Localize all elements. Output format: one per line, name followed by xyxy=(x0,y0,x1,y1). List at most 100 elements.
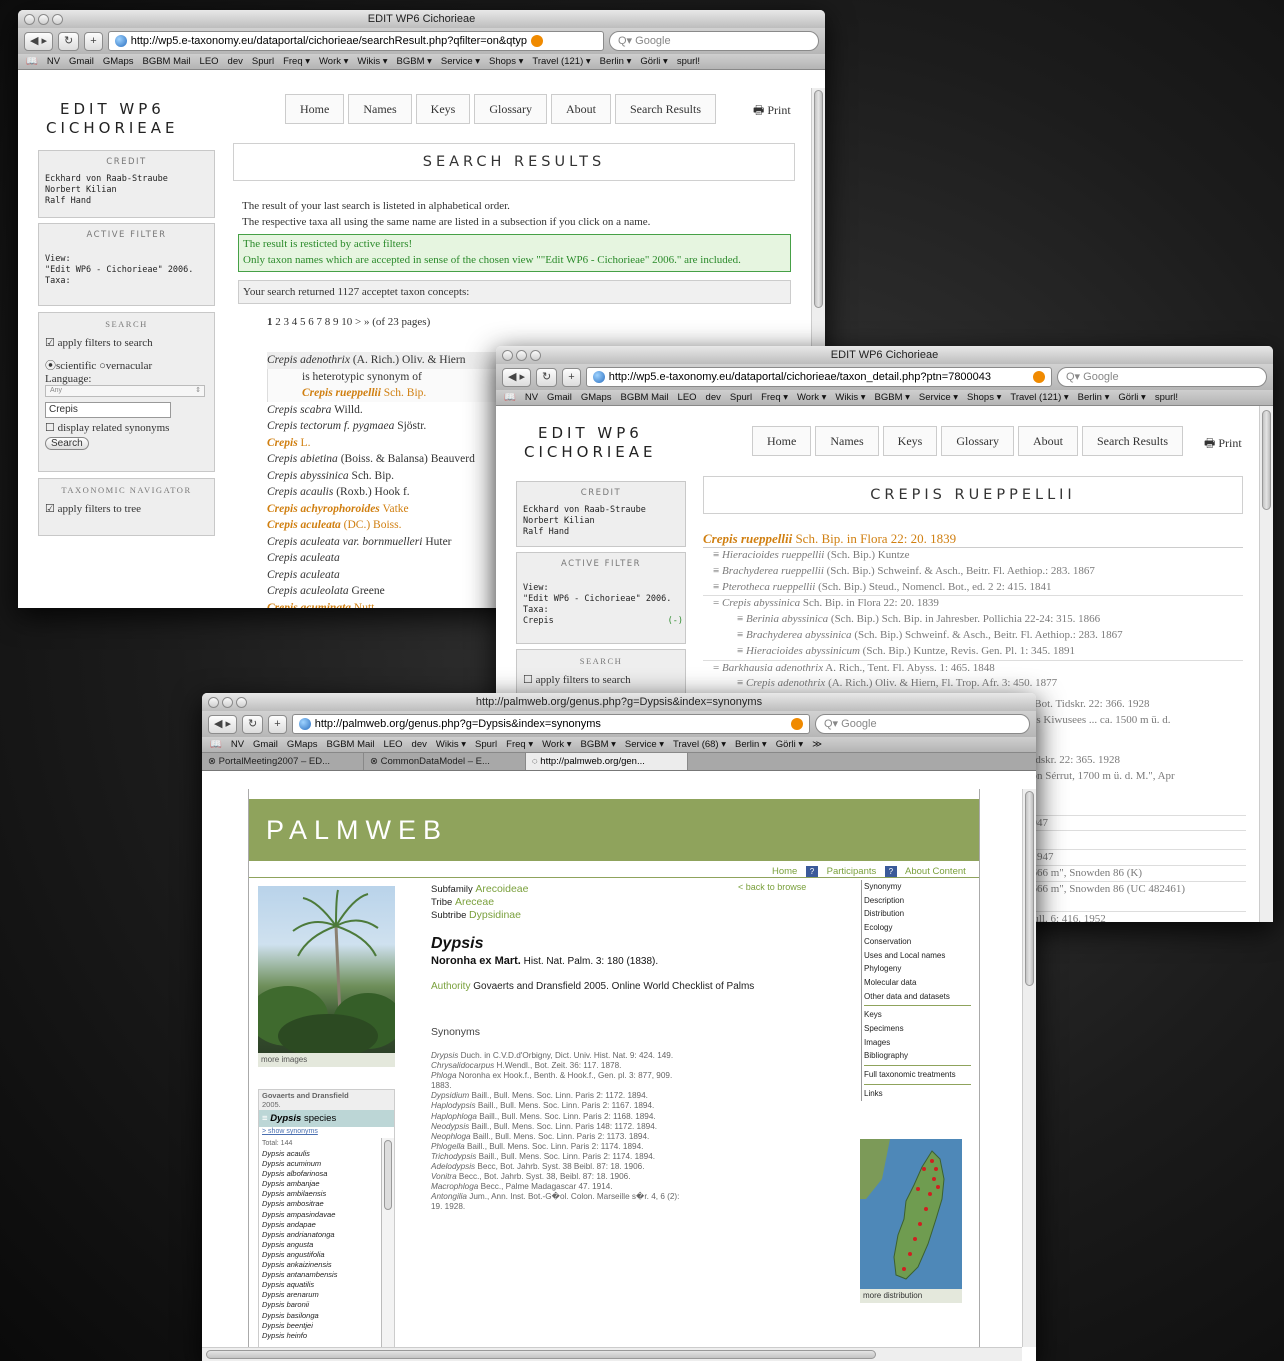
bookmark-item[interactable]: Shops ▾ xyxy=(967,392,1001,403)
window-titlebar[interactable]: EDIT WP6 Cichorieae xyxy=(496,346,1273,364)
rss-icon[interactable] xyxy=(1033,371,1045,383)
species-item[interactable]: Dypsis andrianatonga xyxy=(262,1230,394,1240)
species-item[interactable]: Dypsis basilonga xyxy=(262,1311,394,1321)
species-item[interactable]: Dypsis andapae xyxy=(262,1220,394,1230)
close-button[interactable] xyxy=(502,350,513,361)
bookmark-item[interactable]: dev xyxy=(706,392,721,403)
bookmark-item[interactable]: Spurl xyxy=(252,56,274,67)
help-icon[interactable]: ? xyxy=(805,866,818,877)
back-to-browse-link[interactable]: < back to browse xyxy=(738,882,806,892)
bookmark-item[interactable]: Service ▾ xyxy=(625,739,664,750)
synonym-row[interactable]: ≡ Brachyderea abyssinica (Sch. Bip.) Sch… xyxy=(703,628,1243,644)
taxon-name[interactable]: Crepis aculeata var. bornmuelleri xyxy=(267,536,422,548)
bookmark-item[interactable]: Spurl xyxy=(475,739,497,750)
taxon-name[interactable]: Crepis xyxy=(267,437,298,449)
species-item[interactable]: Dypsis aquatilis xyxy=(262,1280,394,1290)
bookmark-item[interactable]: Wikis ▾ xyxy=(357,56,387,67)
site-title[interactable]: EDIT WP6 CICHORIEAE xyxy=(524,424,657,462)
book-icon[interactable]: 📖 xyxy=(26,56,38,67)
species-scrollbar-thumb[interactable] xyxy=(384,1140,392,1210)
print-link[interactable]: 🖶 Print xyxy=(1204,434,1242,455)
section-menu-item[interactable]: Keys xyxy=(864,1008,971,1022)
nav-about[interactable]: About xyxy=(1018,426,1078,456)
synonym-name[interactable]: Haplophloga xyxy=(431,1112,477,1121)
window-controls[interactable] xyxy=(24,13,66,31)
synonym-name[interactable]: Trichodypsis xyxy=(431,1152,476,1161)
add-bookmark-button[interactable]: + xyxy=(268,714,287,734)
bookmark-item[interactable]: Work ▾ xyxy=(797,392,826,403)
bookmark-item[interactable]: Görli ▾ xyxy=(1118,392,1145,403)
synonym-name[interactable]: Hieracioides abyssinicum xyxy=(746,645,860,657)
species-item[interactable]: Dypsis ambositrae xyxy=(262,1199,394,1209)
browser-tab[interactable]: ◌ http://palmweb.org/gen... xyxy=(526,753,688,770)
section-menu-item[interactable]: Images xyxy=(864,1036,971,1050)
address-bar[interactable]: http://palmweb.org/genus.php?g=Dypsis&in… xyxy=(291,714,810,734)
bookmark-item[interactable]: BGBM Mail xyxy=(326,739,374,750)
synonym-name[interactable]: Neophloga xyxy=(431,1132,471,1141)
synonym-row[interactable]: ≡ Brachyderea rueppellii (Sch. Bip.) Sch… xyxy=(703,564,1243,580)
species-scrollbar[interactable] xyxy=(381,1138,394,1360)
nav-about[interactable]: About xyxy=(551,94,611,124)
taxon-name[interactable]: Crepis scabra xyxy=(267,404,331,416)
language-select[interactable]: Any ⇕ xyxy=(45,385,205,397)
bookmark-item[interactable]: Freq ▾ xyxy=(761,392,788,403)
section-menu-item[interactable]: Conservation xyxy=(864,935,971,949)
minimize-button[interactable] xyxy=(516,350,527,361)
home-link[interactable]: Home xyxy=(772,866,797,877)
about-content-link[interactable]: About Content xyxy=(905,866,966,877)
more-distribution-link[interactable]: more distribution xyxy=(860,1289,962,1303)
reload-button[interactable]: ↻ xyxy=(536,367,558,387)
bookmark-item[interactable]: LEO xyxy=(384,739,403,750)
synonym-name[interactable]: Brachyderea abyssinica xyxy=(746,629,852,641)
bookmark-item[interactable]: LEO xyxy=(200,56,219,67)
site-title[interactable]: EDIT WP6 CICHORIEAE xyxy=(46,100,179,138)
bookmark-item[interactable]: Freq ▾ xyxy=(283,56,310,67)
bookmark-item[interactable]: ≫ xyxy=(812,739,822,750)
section-menu-item[interactable]: Ecology xyxy=(864,921,971,935)
bookmark-item[interactable]: Spurl xyxy=(730,392,752,403)
taxon-name[interactable]: Crepis acaulis xyxy=(267,486,333,498)
browser-tab[interactable]: ⊗ PortalMeeting2007 – ED... xyxy=(202,753,364,770)
bookmark-item[interactable]: BGBM ▾ xyxy=(875,392,910,403)
reload-button[interactable]: ↻ xyxy=(242,714,264,734)
synonym-row[interactable]: ≡ Berinia abyssinica (Sch. Bip.) Sch. Bi… xyxy=(703,612,1243,628)
synonym-name[interactable]: Berinia abyssinica xyxy=(746,613,828,625)
bookmark-item[interactable]: BGBM ▾ xyxy=(397,56,432,67)
section-menu-item[interactable]: Distribution xyxy=(864,907,971,921)
vernacular-radio[interactable]: ○vernacular xyxy=(99,360,152,372)
species-item[interactable]: Dypsis heinfo xyxy=(262,1331,394,1341)
synonym-name[interactable]: Crepis abyssinica xyxy=(722,597,800,609)
zoom-button[interactable] xyxy=(530,350,541,361)
tribe-link[interactable]: Areceae xyxy=(455,896,494,908)
bookmark-item[interactable]: Görli ▾ xyxy=(640,56,667,67)
species-item[interactable]: Dypsis angustifolia xyxy=(262,1250,394,1260)
bookmark-item[interactable]: spurl! xyxy=(677,56,700,67)
reload-button[interactable]: ↻ xyxy=(58,31,80,51)
vertical-scrollbar[interactable] xyxy=(1259,406,1273,922)
window-titlebar[interactable]: EDIT WP6 Cichorieae xyxy=(18,10,825,28)
synonym-row[interactable]: ≡ Crepis adenothrix (A. Rich.) Oliv. & H… xyxy=(703,676,1243,692)
bookmark-item[interactable]: spurl! xyxy=(1155,392,1178,403)
taxon-name[interactable]: Crepis aculeata xyxy=(267,519,341,531)
section-menu-item[interactable]: Description xyxy=(864,894,971,908)
bookmark-item[interactable]: Service ▾ xyxy=(441,56,480,67)
synonym-row[interactable]: = Crepis abyssinica Sch. Bip. in Flora 2… xyxy=(703,595,1243,612)
synonym-name[interactable]: Phloga xyxy=(431,1071,457,1080)
bookmark-item[interactable]: dev xyxy=(412,739,427,750)
bookmark-item[interactable]: GMaps xyxy=(581,392,612,403)
participants-link[interactable]: Participants xyxy=(827,866,877,877)
taxon-name[interactable]: Crepis abietina xyxy=(267,453,338,465)
species-item[interactable]: Dypsis acaulis xyxy=(262,1149,394,1159)
species-item[interactable]: Dypsis albofarinosa xyxy=(262,1169,394,1179)
nav-glossary[interactable]: Glossary xyxy=(474,94,547,124)
bookmark-item[interactable]: Gmail xyxy=(253,739,278,750)
nav-search-results[interactable]: Search Results xyxy=(1082,426,1183,456)
taxon-name[interactable]: Crepis aculeata xyxy=(267,569,340,581)
close-button[interactable] xyxy=(24,14,35,25)
nav-home[interactable]: Home xyxy=(285,94,345,124)
zoom-button[interactable] xyxy=(236,697,247,708)
synonym-row[interactable]: ≡ Hieracioides abyssinicum (Sch. Bip.) K… xyxy=(703,644,1243,660)
bookmark-item[interactable]: Service ▾ xyxy=(919,392,958,403)
pager[interactable]: 1 2 3 4 5 6 7 8 9 10 > » (of 23 pages) xyxy=(267,314,430,331)
synonym-name[interactable]: Chrysalidocarpus xyxy=(431,1061,494,1070)
